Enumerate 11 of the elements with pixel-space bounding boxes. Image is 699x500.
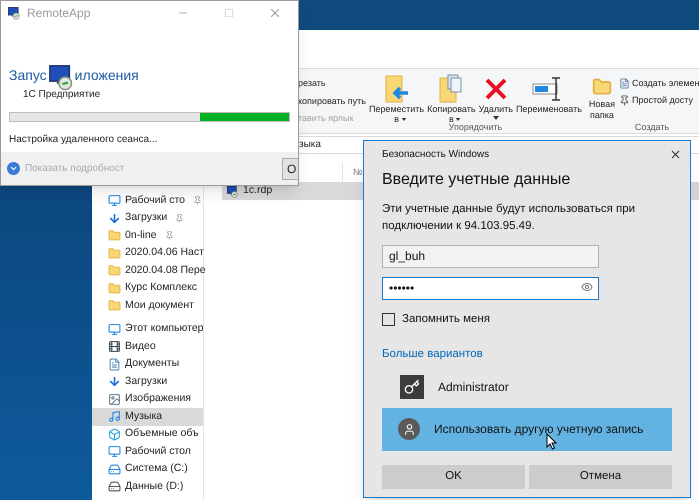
dialog-description: Эти учетные данные будут использоваться при подключении к 94.103.95.49. <box>382 202 636 234</box>
file-name: 1c.rdp <box>243 183 272 198</box>
status-text: Настройка удаленного сеанса... <box>9 133 158 147</box>
launch-heading-start: Запус <box>9 66 47 85</box>
dialog-title: Безопасность Windows <box>382 148 490 162</box>
app-name: 1C Предприятие <box>23 88 102 102</box>
group-label: Создать <box>634 121 670 134</box>
window-title: RemoteApp <box>27 5 90 22</box>
launch-heading-end: иложения <box>74 66 139 84</box>
dialog-heading: Введите учетные данные <box>382 170 572 190</box>
group-label: Упорядочить <box>448 122 504 134</box>
